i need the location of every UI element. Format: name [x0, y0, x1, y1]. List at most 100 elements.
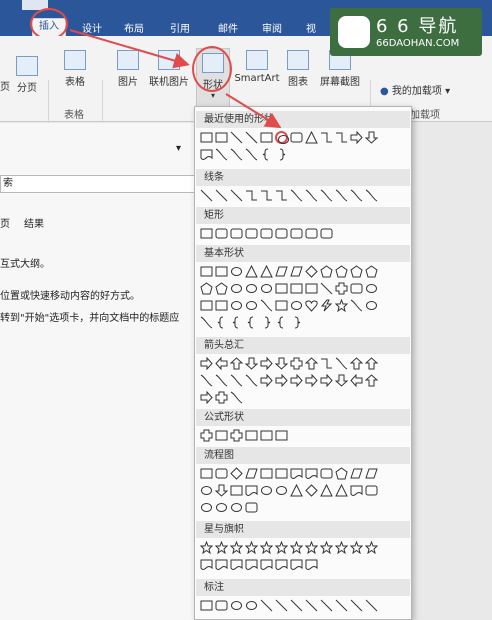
shape-curved-double-arrow[interactable]: [320, 189, 333, 202]
nav-tab-pages[interactable]: 页: [0, 215, 10, 230]
shape-star-24-point[interactable]: [350, 541, 363, 554]
shape-textbox[interactable]: [200, 265, 213, 278]
shape-scroll-horizontal[interactable]: [275, 558, 288, 571]
shape-flowchart-predefined-process[interactable]: [260, 467, 273, 480]
shape-plaque[interactable]: [350, 282, 363, 295]
nav-tab-results[interactable]: 结果: [24, 215, 44, 230]
picture-button[interactable]: 图片: [113, 50, 143, 88]
shape-trapezoid[interactable]: [290, 265, 303, 278]
shape-star-8-point[interactable]: [290, 541, 303, 554]
shape-pentagon-arrow[interactable]: [290, 374, 303, 387]
shape-chevron[interactable]: [305, 374, 318, 387]
shape-star-32-point[interactable]: [365, 541, 378, 554]
tab-layout[interactable]: 布局: [124, 20, 144, 35]
shape-rounded-rectangle[interactable]: [290, 131, 303, 144]
shape-flowchart-magnetic-disk[interactable]: [215, 501, 228, 514]
shape-double-wave[interactable]: [305, 558, 318, 571]
shape-left-arrow[interactable]: [215, 357, 228, 370]
shape-callout-border-2[interactable]: [365, 599, 378, 612]
page-break-button[interactable]: 分页: [14, 56, 40, 94]
shape-folded-corner[interactable]: [275, 299, 288, 312]
shape-smiley-face[interactable]: [290, 299, 303, 312]
shape-left-right-up-arrow[interactable]: [305, 357, 318, 370]
shape-l-shape[interactable]: [305, 282, 318, 295]
shape-snip-diagonal[interactable]: [260, 227, 273, 240]
shape-curved-connector[interactable]: [290, 189, 303, 202]
shape-wave[interactable]: [290, 558, 303, 571]
shape-lightning-bolt[interactable]: [320, 299, 333, 312]
shape-curved-down-arrow[interactable]: [245, 374, 258, 387]
shape-ribbon-up[interactable]: [200, 558, 213, 571]
shape-left-arrow-callout[interactable]: [350, 374, 363, 387]
shape-round-same-side[interactable]: [305, 227, 318, 240]
shape-arrow-line[interactable]: [245, 131, 258, 144]
shape-half-frame[interactable]: [290, 282, 303, 295]
shape-bent-up-arrow[interactable]: [365, 357, 378, 370]
shape-flowchart-alternate-process[interactable]: [215, 467, 228, 480]
shape-left-up-arrow[interactable]: [350, 357, 363, 370]
shape-pentagon[interactable]: [320, 265, 333, 278]
shape-scribble[interactable]: [365, 189, 378, 202]
shape-callout-border-1[interactable]: [350, 599, 363, 612]
shape-flowchart-delay[interactable]: [365, 484, 378, 497]
shape-elbow-double-arrow[interactable]: [275, 189, 288, 202]
shape-elbow-connector[interactable]: [320, 131, 333, 144]
smartart-button[interactable]: SmartArt: [234, 50, 280, 84]
page-button[interactable]: 页: [0, 78, 10, 93]
shape-rectangle[interactable]: [200, 227, 213, 240]
shape-rectangle[interactable]: [260, 131, 273, 144]
shape-bent-arrow[interactable]: [320, 357, 333, 370]
shape-flowchart-collate[interactable]: [290, 484, 303, 497]
tab-review[interactable]: 审阅: [262, 20, 282, 35]
tab-references[interactable]: 引用: [170, 20, 190, 35]
shape-sun[interactable]: [335, 299, 348, 312]
shape-snip-round[interactable]: [275, 227, 288, 240]
shape-callout-line-2[interactable]: [275, 599, 288, 612]
online-picture-button[interactable]: 联机图片: [145, 50, 193, 88]
shape-callout-cloud[interactable]: [245, 599, 258, 612]
shape-flowchart-terminator[interactable]: [320, 467, 333, 480]
shape-divide[interactable]: [245, 429, 258, 442]
shape-flowchart-direct-access[interactable]: [230, 501, 243, 514]
shape-flowchart-display[interactable]: [245, 501, 258, 514]
shape-curved-ribbon-up[interactable]: [230, 558, 243, 571]
shape-curved-arrow[interactable]: [305, 189, 318, 202]
shape-minus[interactable]: [215, 429, 228, 442]
shape-curved-right-arrow[interactable]: [200, 374, 213, 387]
shape-flowchart-document[interactable]: [290, 467, 303, 480]
shape-right-arrow[interactable]: [350, 131, 363, 144]
shape-lightning[interactable]: [215, 148, 228, 161]
shape-flowchart-decision[interactable]: [230, 467, 243, 480]
shape-diamond[interactable]: [305, 265, 318, 278]
shape-oval[interactable]: [230, 265, 243, 278]
shape-double-bracket[interactable]: [215, 316, 228, 329]
shape-left-right-arrow[interactable]: [260, 357, 273, 370]
shape-block-arc[interactable]: [260, 299, 273, 312]
shape-flowchart-sort[interactable]: [305, 484, 318, 497]
shape-striped-right-arrow[interactable]: [260, 374, 273, 387]
shape-down-arrow-callout[interactable]: [335, 374, 348, 387]
shape-elbow-connector[interactable]: [245, 189, 258, 202]
shape-flowchart-internal-storage[interactable]: [275, 467, 288, 480]
shape-quad-arrow[interactable]: [290, 357, 303, 370]
shape-star-7-point[interactable]: [275, 541, 288, 554]
shape-bevel[interactable]: [215, 299, 228, 312]
shape-curve[interactable]: [230, 148, 243, 161]
shape-flowchart-or[interactable]: [275, 484, 288, 497]
shape-flowchart-data[interactable]: [245, 467, 258, 480]
tab-design[interactable]: 设计: [82, 20, 102, 35]
shape-flowchart-card[interactable]: [230, 484, 243, 497]
shape-heptagon[interactable]: [350, 265, 363, 278]
search-document-input[interactable]: 索: [0, 175, 196, 193]
shape-ribbon-down[interactable]: [215, 558, 228, 571]
shape-callout-rectangle[interactable]: [200, 599, 213, 612]
shape-callout-accent-2[interactable]: [320, 599, 333, 612]
shape-moon[interactable]: [350, 299, 363, 312]
shape-line-arrow[interactable]: [215, 189, 228, 202]
shape-callout-accent-1[interactable]: [305, 599, 318, 612]
shape-cube[interactable]: [200, 299, 213, 312]
shape-flowchart-process[interactable]: [200, 467, 213, 480]
shape-arc[interactable]: [200, 316, 213, 329]
shape-flowchart-preparation[interactable]: [335, 467, 348, 480]
shape-donut[interactable]: [230, 299, 243, 312]
